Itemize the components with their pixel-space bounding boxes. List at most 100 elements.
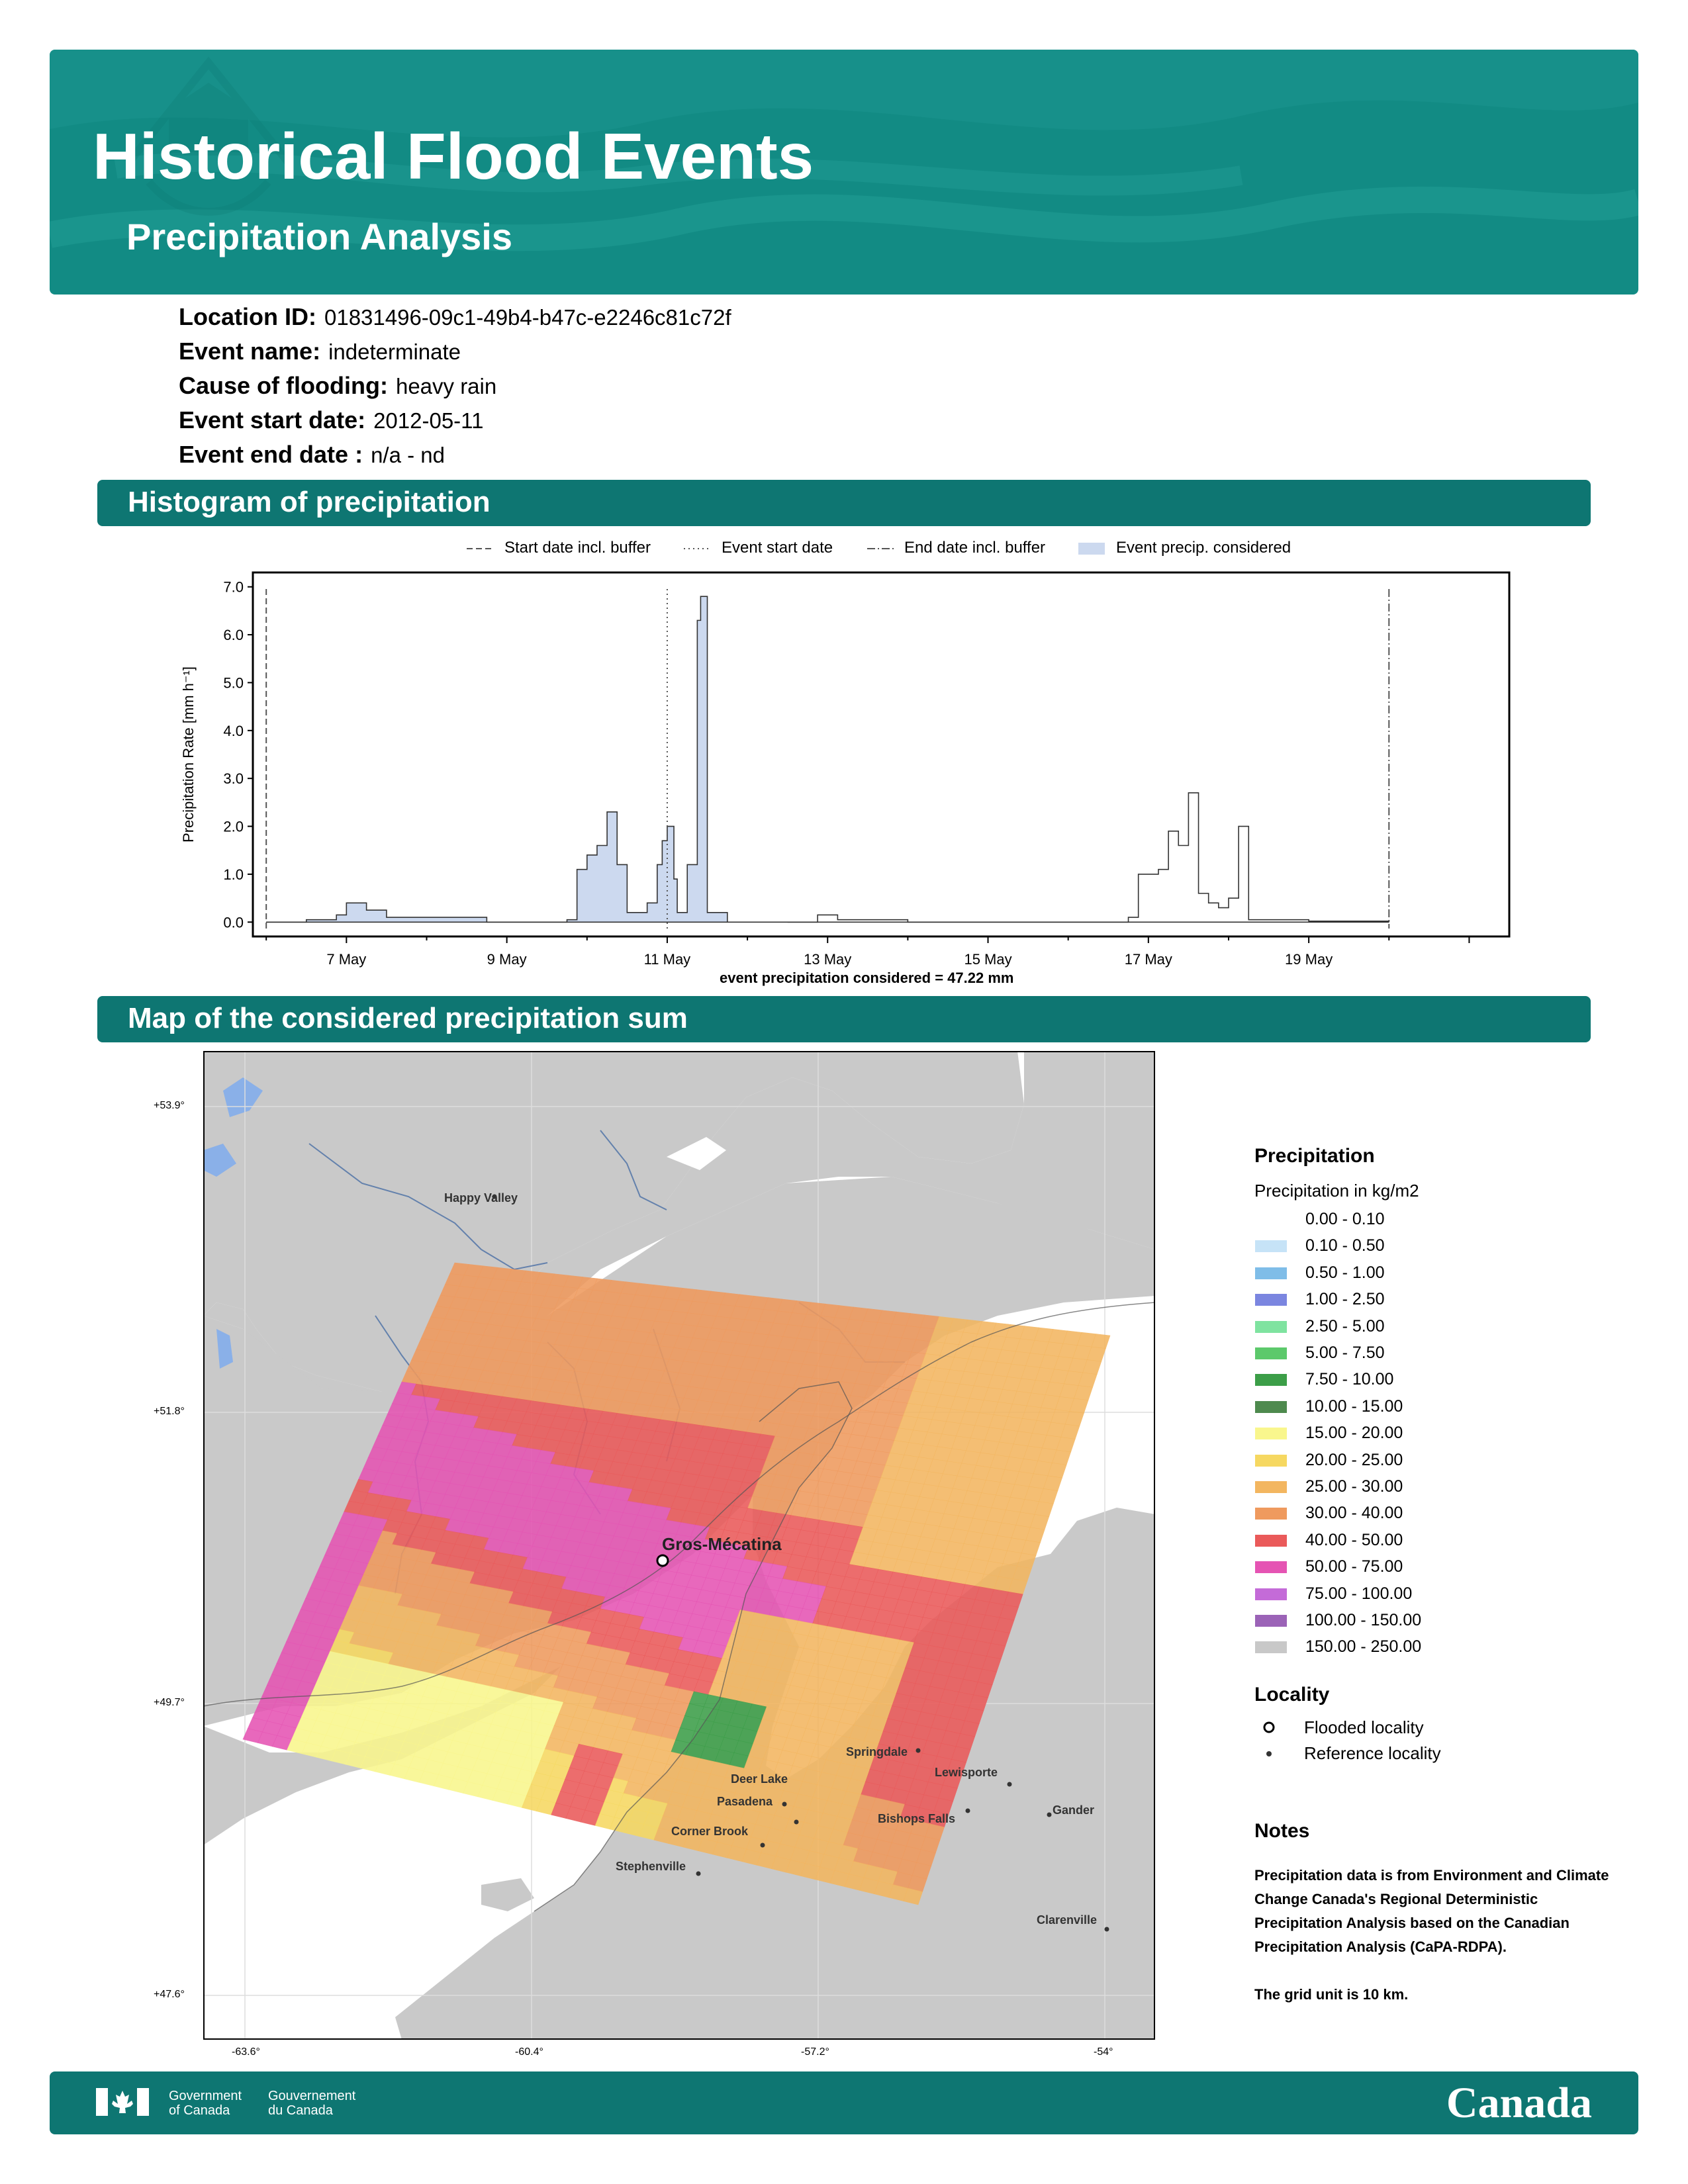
locality-label: Happy Valley xyxy=(444,1191,518,1205)
y-tick-label: 5.0 xyxy=(223,674,244,691)
info-end-date: Event end date : n/a - nd xyxy=(179,441,445,469)
locality-label: Springdale xyxy=(846,1745,908,1758)
legend-swatch xyxy=(1255,1374,1287,1387)
locality-label: Lewisporte xyxy=(935,1766,998,1779)
precip-rate-line xyxy=(787,792,1390,923)
histogram-section-bar: Histogram of precipitation xyxy=(97,480,1591,526)
info-value: indeterminate xyxy=(328,340,461,364)
lat-label: +51.8° xyxy=(154,1406,185,1417)
x-tick-label: 7 May xyxy=(326,951,366,968)
legend-class-label: 7.50 - 10.00 xyxy=(1305,1370,1394,1389)
info-value: 2012-05-11 xyxy=(373,408,484,433)
precipitation-histogram: 0.0 1.0 2.0 3.0 4.0 5.0 6.0 7.0 7 May 9 May 11 Ma… xyxy=(180,571,1511,968)
legend-swatch xyxy=(1255,1267,1287,1279)
x-tick-label: 9 May xyxy=(487,951,527,968)
legend-swatch xyxy=(1255,1534,1287,1547)
page-subtitle: Precipitation Analysis xyxy=(126,216,512,257)
map-heading: Map of the considered precipitation sum xyxy=(128,1002,688,1034)
legend-class-label: 75.00 - 100.00 xyxy=(1305,1584,1413,1603)
y-tick-label: 7.0 xyxy=(223,579,244,596)
plot-frame xyxy=(252,571,1511,938)
legend-swatch xyxy=(1255,1615,1287,1627)
info-value: heavy rain xyxy=(395,374,497,398)
legend-class-label: 15.00 - 20.00 xyxy=(1305,1424,1403,1443)
canada-wordmark: Canada xyxy=(1446,2079,1592,2127)
y-tick-label: 2.0 xyxy=(223,819,244,835)
legend-swatch xyxy=(1255,1588,1287,1600)
legend-class-label: 0.10 - 0.50 xyxy=(1305,1236,1385,1255)
y-axis-label: Precipitation Rate [mm h⁻¹] xyxy=(180,666,197,842)
reference-locality-marker xyxy=(915,1748,921,1753)
notes-body: Precipitation data is from Environment a… xyxy=(1254,1864,1625,2007)
flooded-locality-name: Gros-Mécatina xyxy=(662,1534,782,1554)
info-location-id: Location ID: 01831496-09c1-49b4-b47c-e224… xyxy=(179,303,731,331)
reference-locality-symbol xyxy=(1266,1751,1272,1756)
legend-swatch xyxy=(1255,1214,1287,1226)
lon-label: -57.2° xyxy=(801,2046,829,2058)
x-tick-label: 15 May xyxy=(964,951,1011,968)
legend-class-label: 40.00 - 50.00 xyxy=(1305,1530,1403,1549)
flooded-locality-symbol xyxy=(1263,1721,1275,1733)
locality-label: Deer Lake xyxy=(731,1772,788,1786)
info-value: n/a - nd xyxy=(371,443,445,467)
y-tick-label: 0.0 xyxy=(223,914,244,931)
reference-locality-marker xyxy=(1007,1782,1012,1787)
locality-label: Pasadena xyxy=(717,1795,773,1808)
lat-label: +53.9° xyxy=(154,1100,185,1111)
legend-swatch xyxy=(1255,1320,1287,1333)
locality-label: Gander xyxy=(1053,1803,1095,1817)
legend-class-label: 5.00 - 7.50 xyxy=(1305,1343,1385,1362)
reference-locality-marker xyxy=(1104,1927,1109,1932)
legend-heading: Precipitation xyxy=(1254,1145,1375,1167)
legend-swatch xyxy=(1255,1508,1287,1520)
x-tick-label: 17 May xyxy=(1125,951,1172,968)
y-tick-label: 4.0 xyxy=(223,723,244,739)
legend-class-label: 0.00 - 0.10 xyxy=(1305,1210,1385,1228)
legend-class-label: 10.00 - 15.00 xyxy=(1305,1396,1403,1416)
legend-class-label: 20.00 - 25.00 xyxy=(1305,1450,1403,1469)
page-title: Historical Flood Events xyxy=(93,120,814,193)
notes-heading: Notes xyxy=(1254,1820,1310,1842)
reference-locality-marker xyxy=(965,1808,970,1813)
footer: Government of Canada Gouvernement du Can… xyxy=(50,2071,1638,2134)
lon-label: -63.6° xyxy=(232,2046,260,2058)
legend-class-label: 150.00 - 250.00 xyxy=(1305,1637,1422,1657)
lat-label: +47.6° xyxy=(154,1989,185,2000)
legend-swatch xyxy=(1255,1400,1287,1413)
reference-locality-marker xyxy=(696,1871,701,1876)
y-tick-label: 1.0 xyxy=(223,866,244,883)
info-label: Cause of flooding: xyxy=(179,372,388,399)
reference-locality-marker xyxy=(760,1843,765,1848)
legend-swatch xyxy=(1255,1294,1287,1306)
info-label: Event name: xyxy=(179,338,321,365)
legend-swatch xyxy=(1255,1240,1287,1253)
reference-locality-label: Reference locality xyxy=(1304,1743,1441,1763)
reference-locality-marker xyxy=(794,1819,799,1825)
legend-swatch xyxy=(1255,1481,1287,1493)
locality-legend-symbols xyxy=(1263,1721,1275,1756)
info-value: 01831496-09c1-49b4-b47c-e2246c81c72f xyxy=(324,305,731,330)
info-label: Event end date : xyxy=(179,441,363,468)
x-tick-label: 11 May xyxy=(644,951,691,968)
canada-flag-icon xyxy=(96,2088,149,2116)
histogram-caption: event precipitation considered = 47.22 m… xyxy=(720,970,1014,986)
gov-fr-wordmark: Gouvernement du Canada xyxy=(268,2089,356,2118)
legend-end-buffer: End date incl. buffer xyxy=(904,539,1046,557)
notes-text: Precipitation data is from Environment a… xyxy=(1254,1867,1609,1955)
legend-swatch xyxy=(1255,1428,1287,1440)
flooded-locality-marker xyxy=(656,1554,669,1567)
info-label: Event start date: xyxy=(179,406,366,433)
legend-start-buffer: Start date incl. buffer xyxy=(504,539,651,557)
info-event-name: Event name: indeterminate xyxy=(179,338,461,365)
notes-grid-unit: The grid unit is 10 km. xyxy=(1254,1986,1409,2003)
locality-label: Stephenville xyxy=(616,1860,686,1873)
map-section-bar: Map of the considered precipitation sum xyxy=(97,996,1591,1042)
legend-class-label: 1.00 - 2.50 xyxy=(1305,1290,1385,1309)
legend-class-label: 0.50 - 1.00 xyxy=(1305,1263,1385,1282)
locality-label: Clarenville xyxy=(1037,1913,1098,1927)
legend-swatch xyxy=(1255,1454,1287,1467)
legend-class-label: 50.00 - 75.00 xyxy=(1305,1557,1403,1576)
gov-en-wordmark: Government of Canada xyxy=(169,2089,242,2118)
legend-class-label: 30.00 - 40.00 xyxy=(1305,1504,1403,1523)
lon-label: -54° xyxy=(1094,2046,1113,2058)
